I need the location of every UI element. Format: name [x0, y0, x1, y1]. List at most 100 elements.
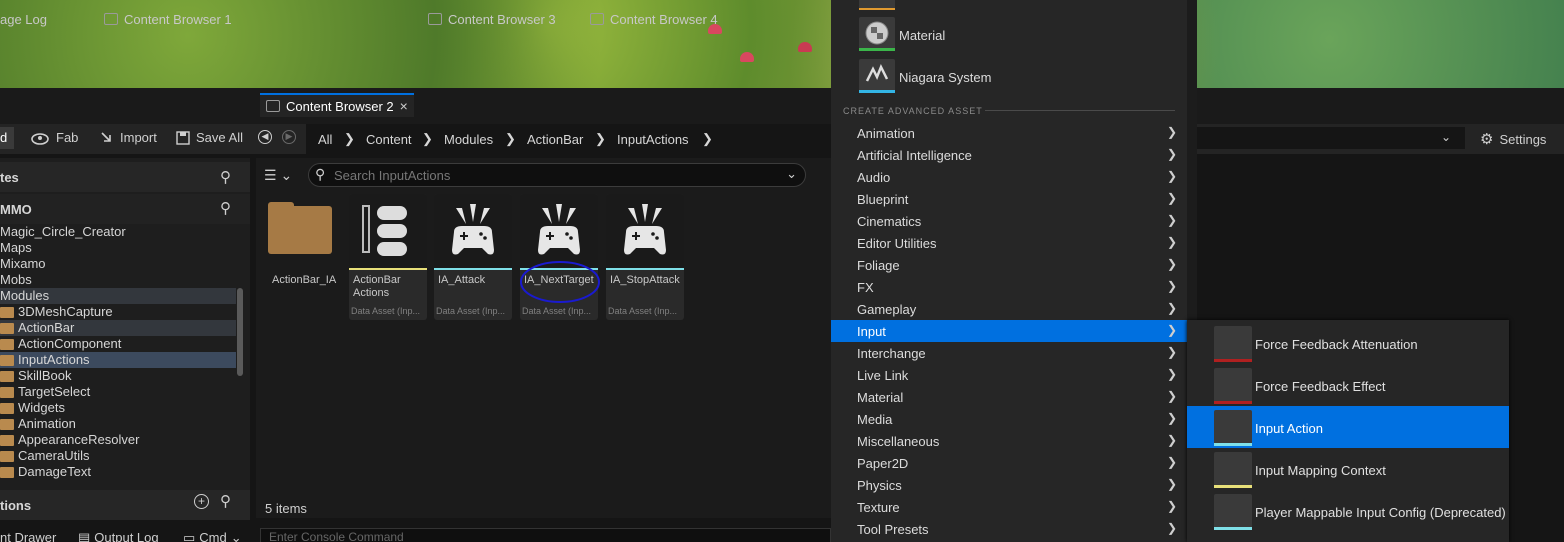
- save-all-button[interactable]: Save All: [176, 130, 243, 145]
- menu-item-texture[interactable]: Texture ❯: [831, 496, 1187, 518]
- menu-item-artificial-intelligence[interactable]: Artificial Intelligence ❯: [831, 144, 1187, 166]
- chevron-down-icon[interactable]: ⌄: [786, 166, 797, 182]
- content-drawer-button[interactable]: nt Drawer: [0, 530, 56, 542]
- tree-item[interactable]: Maps: [0, 240, 32, 256]
- menu-item-cinematics[interactable]: Cinematics ❯: [831, 210, 1187, 232]
- tab-message-log[interactable]: age Log: [0, 8, 47, 30]
- tree-item[interactable]: AppearanceResolver: [0, 432, 139, 448]
- asset-type: Data Asset (Inp...: [351, 306, 421, 316]
- output-log-icon: ▤: [78, 530, 91, 542]
- chevron-right-icon[interactable]: ❯: [344, 131, 355, 147]
- breadcrumb-modules[interactable]: Modules: [444, 124, 493, 154]
- menu-item-foliage[interactable]: Foliage ❯: [831, 254, 1187, 276]
- asset-tile[interactable]: IA_Attack Data Asset (Inp...: [434, 194, 512, 320]
- tree-item[interactable]: Animation: [0, 416, 76, 432]
- tab-content-browser-3[interactable]: Content Browser 3: [428, 8, 556, 30]
- menu-favorite-item[interactable]: Niagara System: [831, 59, 1187, 95]
- tree-item[interactable]: Mobs: [0, 272, 32, 288]
- menu-item-media[interactable]: Media ❯: [831, 408, 1187, 430]
- folder-icon: [0, 338, 14, 350]
- mapping-context-icon: [1214, 452, 1252, 488]
- menu-item-material[interactable]: Material ❯: [831, 386, 1187, 408]
- tree-item[interactable]: InputActions: [0, 352, 90, 368]
- chevron-right-icon[interactable]: ❯: [702, 131, 713, 147]
- close-icon[interactable]: ×: [400, 98, 408, 114]
- menu-item-miscellaneous[interactable]: Miscellaneous ❯: [831, 430, 1187, 452]
- favorites-header[interactable]: tes: [0, 162, 250, 192]
- fab-icon: [31, 132, 49, 145]
- chevron-right-icon[interactable]: ❯: [595, 131, 606, 147]
- breadcrumb-all[interactable]: All: [318, 124, 332, 154]
- chevron-right-icon[interactable]: ❯: [505, 131, 516, 147]
- panel-tab-bar-right: [1197, 88, 1564, 124]
- tree-item[interactable]: SkillBook: [0, 368, 71, 384]
- tree-item[interactable]: ActionComponent: [0, 336, 121, 352]
- tree-item[interactable]: 3DMeshCapture: [0, 304, 113, 320]
- forward-button[interactable]: ▶: [282, 130, 296, 144]
- keyboard-icon: [1214, 494, 1252, 530]
- tree-item[interactable]: CameraUtils: [0, 448, 90, 464]
- settings-button[interactable]: ⚙ Settings: [1480, 130, 1546, 148]
- asset-tile[interactable]: ActionBar Actions Data Asset (Inp...: [349, 194, 427, 320]
- import-icon: [101, 131, 111, 142]
- search-icon[interactable]: ⚲: [220, 168, 231, 186]
- menu-item-gameplay[interactable]: Gameplay ❯: [831, 298, 1187, 320]
- section-label: CREATE ADVANCED ASSET: [843, 106, 983, 116]
- menu-item-blueprint[interactable]: Blueprint ❯: [831, 188, 1187, 210]
- output-log-button[interactable]: ▤ Output Log: [78, 530, 159, 542]
- breadcrumb-actionbar[interactable]: ActionBar: [527, 124, 583, 154]
- search-icon[interactable]: ⚲: [220, 199, 231, 217]
- add-collection-icon[interactable]: +: [194, 494, 209, 509]
- tree-item[interactable]: Magic_Circle_Creator: [0, 224, 126, 240]
- menu-item-input[interactable]: Input ❯: [831, 320, 1187, 342]
- folder-asset[interactable]: ActionBar_IA: [266, 200, 336, 300]
- tab-content-browser-2[interactable]: Content Browser 2 ×: [260, 93, 414, 117]
- search-icon[interactable]: ⚲: [220, 492, 231, 510]
- menu-favorite-item[interactable]: Material: [831, 17, 1187, 53]
- menu-item-interchange[interactable]: Interchange ❯: [831, 342, 1187, 364]
- back-button[interactable]: ◀: [258, 130, 272, 144]
- tree-item[interactable]: Widgets: [0, 400, 65, 416]
- add-button[interactable]: d: [0, 127, 14, 149]
- chevron-right-icon[interactable]: ❯: [422, 131, 433, 147]
- project-header[interactable]: MMO: [0, 194, 250, 224]
- asset-tile[interactable]: IA_StopAttack Data Asset (Inp...: [606, 194, 684, 320]
- menu-item-physics[interactable]: Physics ❯: [831, 474, 1187, 496]
- menu-item-tool-presets[interactable]: Tool Presets ❯: [831, 518, 1187, 540]
- chevron-right-icon: ❯: [1166, 213, 1177, 227]
- console-input[interactable]: Enter Console Command: [260, 528, 831, 542]
- history-dropdown-icon[interactable]: ⌄: [1441, 130, 1451, 144]
- filter-icon[interactable]: ☰ ⌄: [264, 167, 292, 184]
- menu-item-paper2d[interactable]: Paper2D ❯: [831, 452, 1187, 474]
- save-icon: [176, 130, 190, 145]
- tree-item[interactable]: Modules: [0, 288, 49, 304]
- breadcrumb-content[interactable]: Content: [366, 124, 412, 154]
- tab-content-browser-4[interactable]: Content Browser 4: [590, 8, 718, 30]
- asset-type: Data Asset (Inp...: [608, 306, 678, 316]
- tree-item[interactable]: ActionBar: [0, 320, 74, 336]
- tree-item[interactable]: DamageText: [0, 464, 91, 480]
- menu-item-live-link[interactable]: Live Link ❯: [831, 364, 1187, 386]
- asset-type-bar: [606, 268, 684, 270]
- breadcrumb-inputactions[interactable]: InputActions: [617, 124, 689, 154]
- menu-item-animation[interactable]: Animation ❯: [831, 122, 1187, 144]
- menu-item-editor-utilities[interactable]: Editor Utilities ❯: [831, 232, 1187, 254]
- tree-item[interactable]: Mixamo: [0, 256, 46, 272]
- collections-header[interactable]: tions: [0, 490, 250, 520]
- content-browser-icon: [104, 13, 118, 25]
- search-input[interactable]: ⚲ Search InputActions ⌄: [308, 163, 806, 187]
- level-viewport[interactable]: [0, 0, 1564, 88]
- menu-item-audio[interactable]: Audio ❯: [831, 166, 1187, 188]
- fab-button[interactable]: Fab: [30, 130, 78, 145]
- folder-icon: [0, 386, 14, 398]
- chevron-right-icon: ❯: [1166, 323, 1177, 337]
- tree-item[interactable]: TargetSelect: [0, 384, 90, 400]
- cmd-dropdown[interactable]: ▭ Cmd ⌄: [183, 530, 242, 542]
- import-button[interactable]: Import: [100, 130, 157, 145]
- tab-content-browser-1[interactable]: Content Browser 1: [104, 8, 232, 30]
- folder-icon: [0, 306, 14, 318]
- tree-scrollbar[interactable]: [237, 288, 243, 376]
- input-action-icon: [434, 194, 512, 268]
- menu-item-fx[interactable]: FX ❯: [831, 276, 1187, 298]
- folder-icon: [0, 450, 14, 462]
